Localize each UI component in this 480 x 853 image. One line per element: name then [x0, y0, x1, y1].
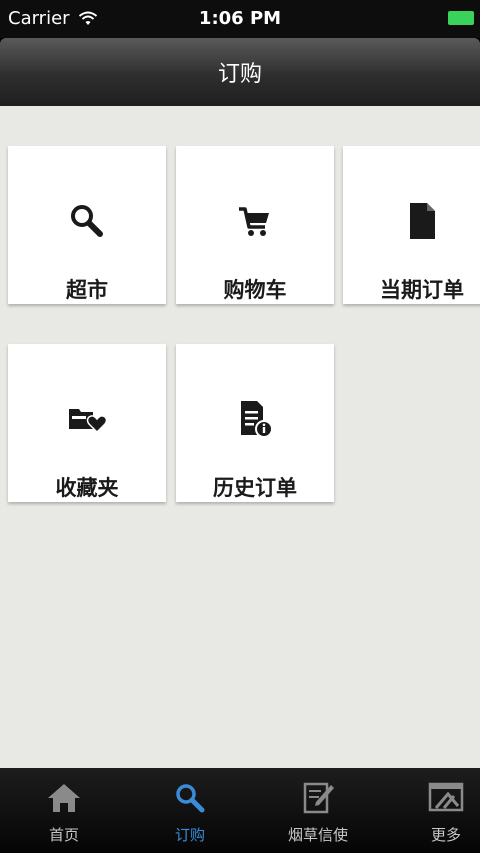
folder-heart-icon [8, 399, 166, 439]
tile-favorites[interactable]: 收藏夹 [8, 344, 166, 502]
page-title: 订购 [217, 62, 262, 87]
tile-cart[interactable]: 购物车 [176, 146, 334, 304]
tab-tobacco-messenger[interactable]: 烟草信使 [258, 768, 378, 853]
search-icon [8, 201, 166, 241]
navigation-bar: 订购 [0, 38, 480, 106]
tab-label: 订购 [174, 826, 205, 844]
tile-label: 购物车 [223, 278, 287, 302]
content-area: 超市 购物车 当期订单 收藏夹 历史订单 [0, 106, 480, 768]
tile-label: 历史订单 [213, 476, 297, 500]
more-icon [386, 780, 480, 816]
battery-icon [448, 11, 474, 25]
tab-order[interactable]: 订购 [130, 768, 250, 853]
tile-supermarket[interactable]: 超市 [8, 146, 166, 304]
tab-label: 更多 [430, 826, 461, 844]
home-icon [4, 780, 124, 816]
status-bar: Carrier 1:06 PM [0, 0, 480, 38]
document-icon [343, 201, 480, 241]
tile-label: 收藏夹 [55, 476, 119, 500]
tab-more[interactable]: 更多 [386, 768, 480, 853]
cart-icon [176, 201, 334, 241]
search-icon [130, 780, 250, 816]
tab-label: 烟草信使 [287, 826, 348, 844]
document-info-icon [176, 399, 334, 439]
tile-history-orders[interactable]: 历史订单 [176, 344, 334, 502]
tile-label: 超市 [66, 278, 108, 302]
tile-label: 当期订单 [380, 278, 464, 302]
compose-icon [258, 780, 378, 816]
tab-label: 首页 [48, 826, 79, 844]
tab-home[interactable]: 首页 [4, 768, 124, 853]
tile-current-orders[interactable]: 当期订单 [343, 146, 480, 304]
tab-bar: 首页 订购 烟草信使 更多 [0, 768, 480, 853]
status-time: 1:06 PM [198, 8, 282, 29]
